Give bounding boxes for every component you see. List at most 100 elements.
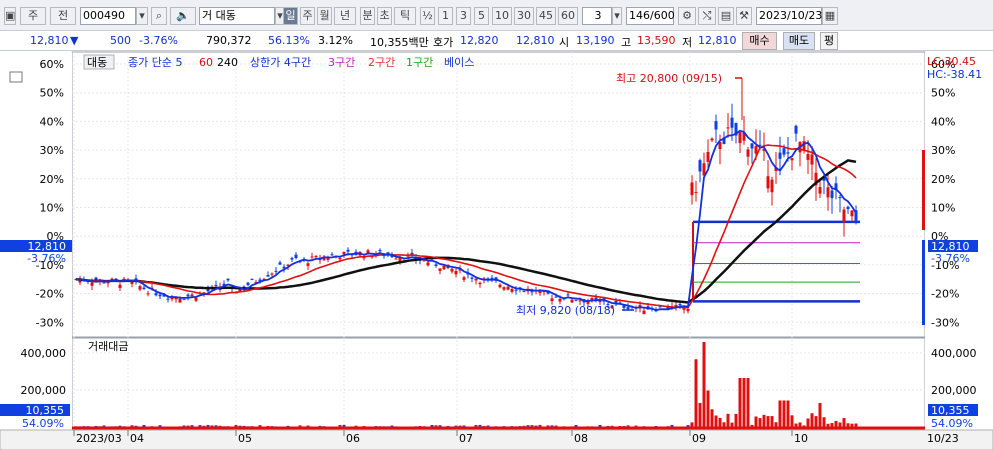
legend-band2: 2구간: [368, 56, 395, 69]
price-axis-label-right: -30%: [931, 316, 959, 329]
price-axis-label-left: -20%: [36, 288, 64, 301]
candle-body: [506, 286, 510, 290]
candle-body: [118, 284, 122, 289]
volume-bar: [742, 378, 746, 428]
volume-bar: [698, 403, 702, 428]
price-axis-label-left: 60%: [40, 58, 64, 71]
volume-current-right: 10,355: [931, 404, 970, 417]
candle-body: [246, 282, 250, 286]
volume-bar: [778, 400, 782, 428]
candle-body: [778, 152, 782, 159]
candle-body: [678, 303, 682, 306]
candle-body: [830, 190, 834, 199]
price-chart[interactable]: 60% 60%50% 50%40% 40%30% 30%20% 20%10% 10%0% 0%…: [0, 0, 993, 450]
volume-current-left: 10,355: [26, 404, 65, 417]
volume-bar: [718, 417, 722, 428]
candle-body: [710, 138, 714, 141]
candle-body: [442, 265, 446, 270]
volume-bar: [814, 416, 818, 428]
volume-bar: [706, 390, 710, 428]
legend: 대동 종가 단순 5 60 240 상한가 4구간 3구간 2구간 1구간 베이…: [83, 54, 474, 70]
volume-bar: [770, 416, 774, 428]
legend-band3: 3구간: [328, 56, 355, 69]
candle-body: [842, 209, 846, 223]
candle-body: [550, 298, 554, 302]
legend-upper4: 상한가 4구간: [250, 56, 311, 69]
candle-body: [450, 268, 454, 272]
candle-body: [310, 256, 314, 258]
candle-body: [158, 294, 162, 297]
candle-body: [818, 186, 822, 194]
candle-body: [510, 289, 514, 292]
candle-body: [770, 179, 774, 193]
volume-bar: [810, 413, 814, 428]
candle-body: [574, 299, 578, 301]
volume-panel-title: 거래대금: [88, 340, 128, 353]
candle-body: [726, 127, 730, 129]
candle-body: [294, 254, 298, 259]
range-marker-up[interactable]: [922, 150, 925, 230]
price-axis-label-right: 50%: [931, 87, 955, 100]
candle-body: [178, 298, 182, 303]
candle-body: [806, 154, 810, 160]
current-pct-right: -3.76%: [931, 252, 970, 265]
price-axis-label-right: 30%: [931, 144, 955, 157]
candle-body: [714, 121, 718, 130]
candle-body: [278, 262, 282, 265]
volume-current-pct-right: 54.09%: [931, 417, 973, 430]
time-axis-label: 05: [238, 432, 252, 445]
volume-bar: [790, 415, 794, 428]
candle-body: [846, 206, 850, 210]
range-marker-down[interactable]: [922, 240, 925, 325]
candle-body: [658, 306, 662, 308]
time-axis-end: 10/23: [927, 432, 959, 445]
candle-body: [106, 282, 110, 284]
candle-body: [694, 192, 698, 194]
volume-bar: [754, 416, 758, 428]
volume-current-pct-left: 54.09%: [22, 417, 64, 430]
candle-body: [738, 132, 742, 144]
candle-body: [642, 310, 646, 315]
legend-ma240: 240: [217, 56, 238, 69]
candle-body: [698, 160, 702, 172]
volume-bar: [746, 378, 750, 428]
candle-body: [522, 291, 526, 293]
candle-body: [250, 278, 254, 280]
time-axis-label: 09: [692, 432, 706, 445]
candle-body: [838, 197, 842, 199]
time-axis-label: 2023/03: [76, 432, 122, 445]
candle-body: [786, 152, 790, 154]
volume-axis-label-left: 400,000: [21, 347, 67, 360]
time-axis-label: 07: [459, 432, 473, 445]
low-annotation: 최저 9,820 (08/18): [516, 304, 615, 317]
candle-body: [766, 176, 770, 189]
volume-bar: [714, 415, 718, 428]
candle-body: [146, 293, 150, 295]
candle-body: [570, 299, 574, 303]
candle-body: [782, 148, 786, 155]
volume-bar: [786, 400, 790, 428]
candle-body: [730, 117, 734, 128]
candle-body: [746, 149, 750, 157]
price-axis-label-right: 20%: [931, 173, 955, 186]
candle-body: [502, 287, 506, 290]
price-axis-label-right: -20%: [931, 288, 959, 301]
candle-body: [266, 275, 270, 277]
candle-body: [826, 187, 830, 198]
candle-body: [338, 257, 342, 260]
hc-indicator: HC:-38.41: [927, 68, 982, 81]
high-annotation: 최고 20,800 (09/15): [616, 72, 722, 85]
candle-body: [554, 296, 558, 298]
candle-body: [226, 278, 230, 281]
candle-body: [626, 307, 630, 310]
candle-body: [750, 143, 754, 149]
candle-body: [706, 152, 710, 162]
candle-body: [514, 289, 518, 291]
candle-body: [182, 299, 186, 301]
time-axis-label: 08: [574, 432, 588, 445]
candle-body: [462, 277, 466, 280]
candle-body: [190, 294, 194, 297]
candle-body: [434, 264, 438, 266]
candle-body: [478, 282, 482, 285]
candle-body: [810, 154, 814, 165]
